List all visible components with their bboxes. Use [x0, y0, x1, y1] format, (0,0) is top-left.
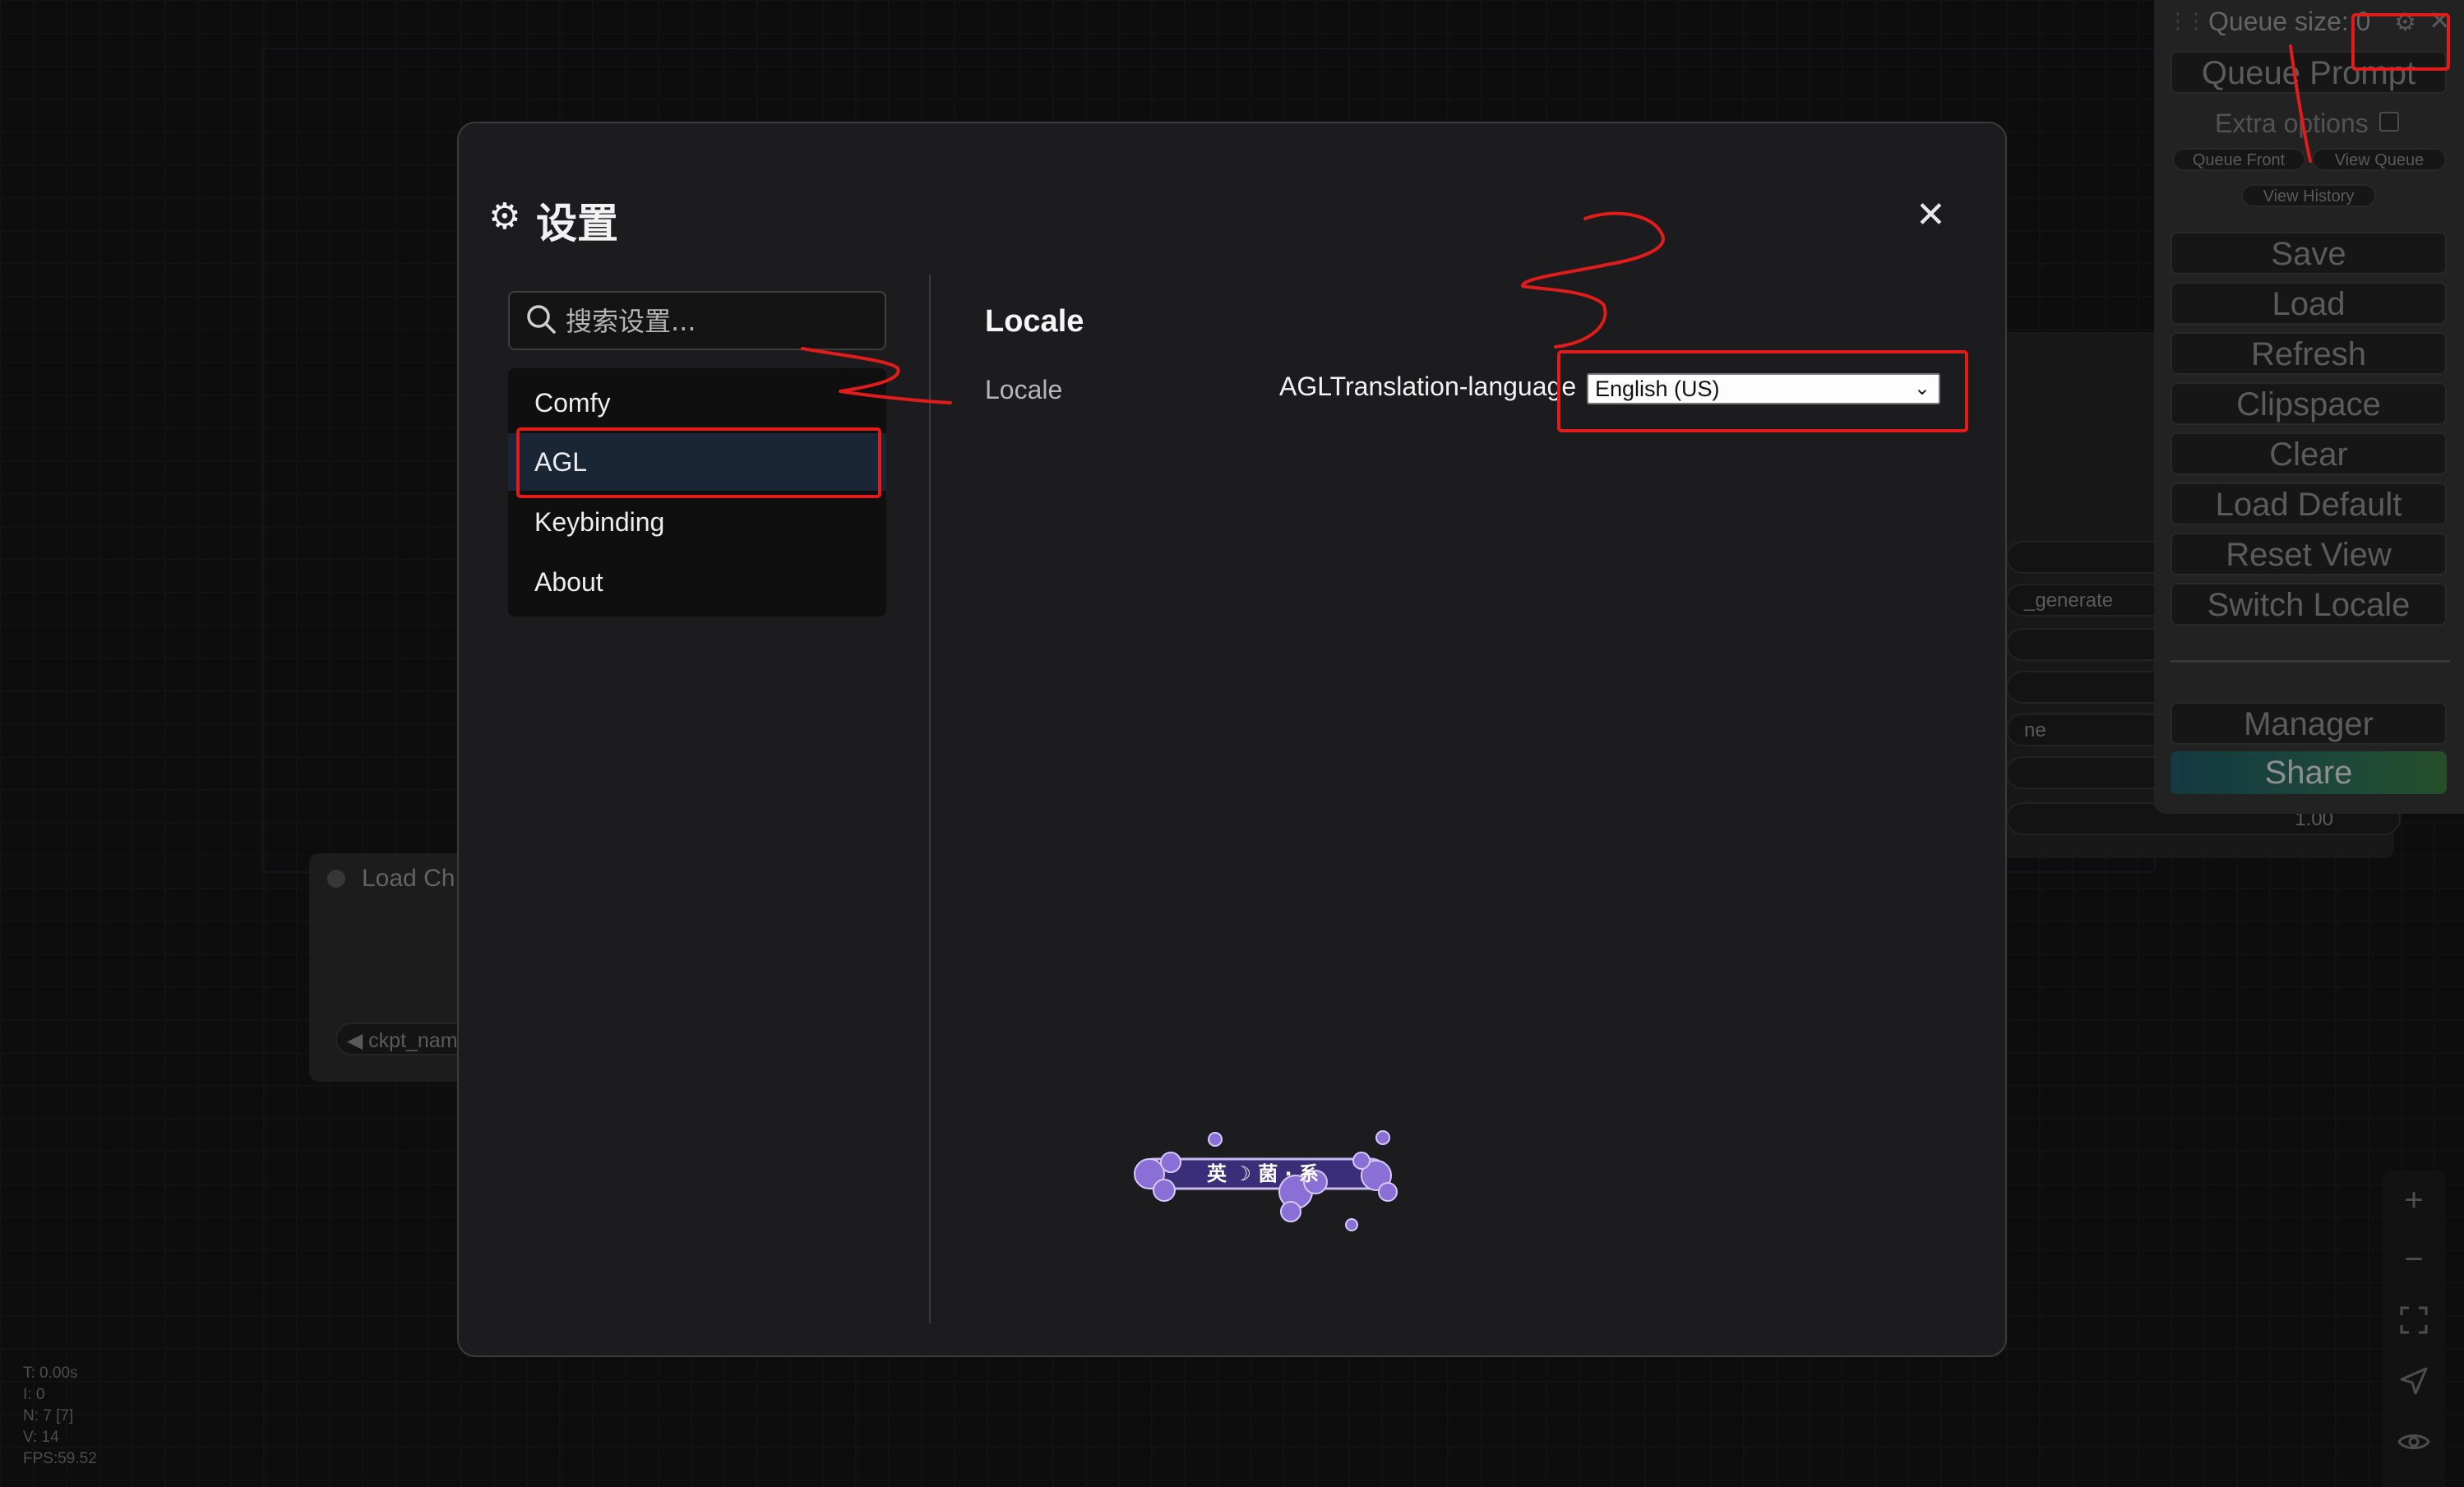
setting-row-label: Locale — [985, 375, 1063, 404]
category-about[interactable]: About — [508, 553, 886, 611]
close-icon[interactable]: ✕ — [1916, 194, 1946, 236]
category-comfy[interactable]: Comfy — [508, 374, 886, 432]
panel-divider — [929, 275, 931, 1323]
category-keybinding[interactable]: Keybinding — [508, 493, 886, 551]
chevron-down-icon: ⌄ — [1913, 377, 1930, 399]
setting-name: AGLTranslation-language — [1279, 372, 1577, 401]
search-icon — [527, 305, 556, 334]
decorative-flower-banner: 英 ☽ 菌 · 系 — [1134, 1130, 1398, 1231]
dialog-title: 设置 — [536, 201, 618, 247]
language-select[interactable]: English (US) ⌄ — [1587, 373, 1940, 404]
settings-search-input[interactable] — [564, 298, 880, 345]
section-heading: Locale — [985, 304, 1084, 339]
category-agl[interactable]: AGL — [508, 433, 886, 491]
banner-text: 英 ☽ 菌 · 系 — [1207, 1162, 1319, 1185]
select-value: English (US) — [1595, 376, 1720, 401]
settings-gear-icon: ⚙ — [488, 196, 521, 237]
